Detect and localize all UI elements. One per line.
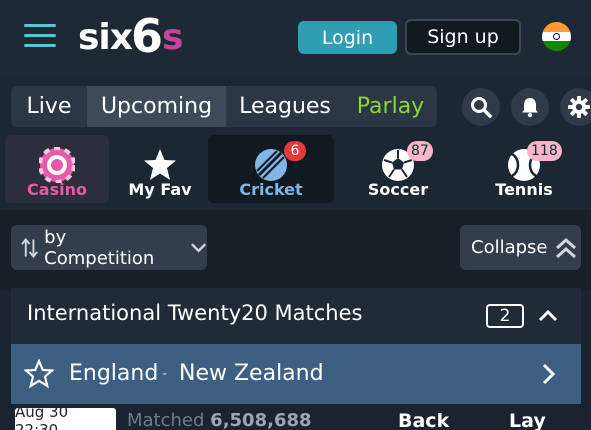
chevron-up-icon[interactable] <box>538 308 558 322</box>
logo-text-6: 6 <box>131 9 164 63</box>
search-icon <box>471 97 492 118</box>
india-flag-icon[interactable] <box>542 22 571 51</box>
sort-by-label: by Competition <box>44 226 155 269</box>
soccer-count-badge: 87 <box>407 141 433 161</box>
competition-match-count: 2 <box>486 304 524 328</box>
notifications-button[interactable] <box>511 88 549 126</box>
collapse-label: Collapse <box>471 237 548 258</box>
logo-text-s: s <box>162 17 184 58</box>
chevron-right-icon[interactable] <box>541 363 557 385</box>
cricket-count-badge: 6 <box>284 141 306 161</box>
match-info-row: Aug 30 22:30 Matched 6,508,688 Back Lay <box>0 403 591 430</box>
hamburger-menu-icon[interactable] <box>24 24 56 48</box>
category-cricket[interactable]: 6 Cricket <box>208 135 334 203</box>
tab-parlay[interactable]: Parlay <box>344 86 437 127</box>
signup-button[interactable]: Sign up <box>405 19 521 55</box>
app-root: six 6 s Login Sign up Live Upcoming League… <box>0 0 591 430</box>
home-team: England <box>69 361 159 386</box>
matched-label: Matched <box>127 410 205 430</box>
chevron-down-icon <box>190 242 206 253</box>
list-controls: by Competition Collapse <box>0 210 591 290</box>
sport-tabs: Live Upcoming Leagues Parlay <box>11 86 437 127</box>
brand-logo[interactable]: six 6 s <box>78 9 184 63</box>
sport-categories: Casino My Fav 6 Cricket 87 Soccer 118 Te… <box>0 130 591 210</box>
category-label-tennis: Tennis <box>495 180 553 199</box>
tab-leagues[interactable]: Leagues <box>226 86 344 127</box>
category-label-my-fav: My Fav <box>128 180 192 199</box>
tab-upcoming[interactable]: Upcoming <box>87 86 226 127</box>
settings-button[interactable] <box>560 88 591 126</box>
search-button[interactable] <box>462 88 500 126</box>
category-tennis[interactable]: 118 Tennis <box>470 135 578 203</box>
top-header: six 6 s Login Sign up <box>0 0 591 76</box>
match-datetime-badge: Aug 30 22:30 <box>15 403 116 430</box>
category-label-casino: Casino <box>27 180 87 199</box>
bell-icon <box>522 98 538 118</box>
back-column-header: Back <box>398 410 450 430</box>
star-icon <box>144 149 176 180</box>
category-label-soccer: Soccer <box>367 180 429 199</box>
category-casino[interactable]: Casino <box>5 135 109 203</box>
away-team: New Zealand <box>179 361 324 386</box>
casino-chip-icon <box>39 147 75 183</box>
lay-column-header: Lay <box>509 410 546 430</box>
sort-arrows-icon <box>21 237 38 258</box>
tab-live[interactable]: Live <box>11 86 87 127</box>
competition-header[interactable]: International Twenty20 Matches 2 <box>11 288 581 344</box>
tabs-bar: Live Upcoming Leagues Parlay <box>0 76 591 138</box>
competition-title: International Twenty20 Matches <box>27 301 363 325</box>
category-soccer[interactable]: 87 Soccer <box>344 135 452 203</box>
double-chevron-up-icon <box>555 237 576 258</box>
logo-text-six: six <box>78 17 133 58</box>
team-separator: - <box>162 366 168 382</box>
category-my-fav[interactable]: My Fav <box>110 135 210 203</box>
sort-by-button[interactable]: by Competition <box>11 225 207 270</box>
collapse-button[interactable]: Collapse <box>460 225 581 270</box>
category-label-cricket: Cricket <box>239 180 303 199</box>
tennis-count-badge: 118 <box>527 141 562 161</box>
matched-amount: Matched 6,508,688 <box>127 410 312 430</box>
star-outline-icon[interactable] <box>24 359 54 389</box>
match-row[interactable]: England - New Zealand <box>11 344 581 404</box>
login-button[interactable]: Login <box>298 21 397 54</box>
matched-value: 6,508,688 <box>210 410 312 430</box>
gear-icon <box>568 96 590 118</box>
